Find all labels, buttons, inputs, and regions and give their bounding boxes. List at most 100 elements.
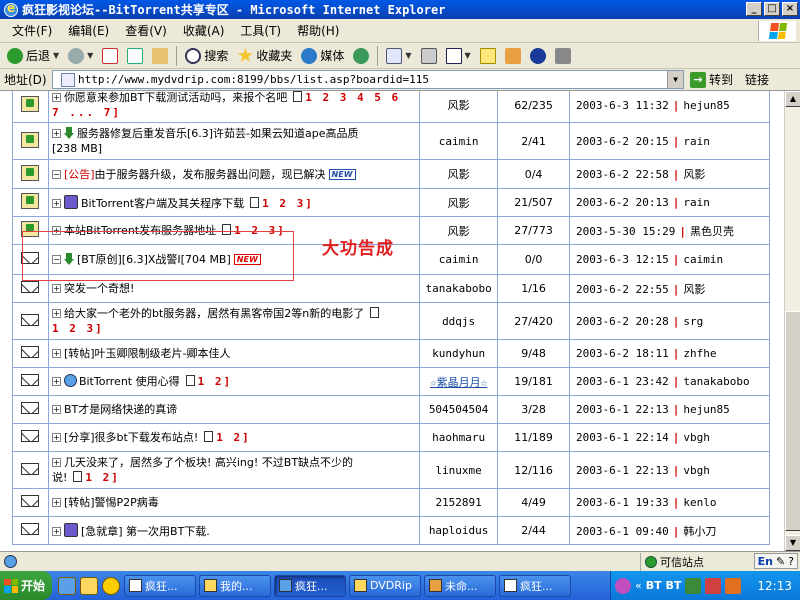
- discuss-button[interactable]: [477, 45, 499, 67]
- taskbar-button[interactable]: 疯狂...: [499, 574, 571, 597]
- last-post-user[interactable]: rain: [683, 196, 710, 209]
- page-links[interactable]: 7 ... 7: [52, 106, 112, 119]
- thread-link[interactable]: [转帖]警惕P2P病毒: [64, 496, 159, 509]
- last-post-user[interactable]: hejun85: [683, 403, 729, 416]
- last-post-user[interactable]: hejun85: [683, 99, 729, 112]
- author-link[interactable]: 风影: [419, 159, 499, 189]
- maximize-button[interactable]: □: [764, 2, 780, 16]
- thread-link[interactable]: 由于服务器升级，发布服务器出问题，现已解决: [95, 168, 326, 181]
- last-post-user[interactable]: 风影: [683, 168, 705, 181]
- favorites-button[interactable]: 收藏夹: [234, 45, 295, 67]
- author-link[interactable]: 风影: [419, 188, 499, 217]
- print-button[interactable]: [418, 45, 440, 67]
- taskbar-button[interactable]: 疯狂...: [124, 574, 196, 597]
- page-links[interactable]: 1 2 3 4 5 6: [305, 91, 400, 104]
- chevron-down-icon[interactable]: ▼: [87, 51, 93, 60]
- menu-help[interactable]: 帮助(H): [289, 22, 347, 39]
- close-button[interactable]: ×: [782, 2, 798, 16]
- taskbar-button-active[interactable]: 疯狂...: [274, 574, 346, 597]
- page-links[interactable]: 1 2: [85, 471, 111, 484]
- thread-link[interactable]: 你愿意来参加BT下载测试活动吗，来报个名吧: [64, 91, 287, 104]
- pen-icon[interactable]: ✎: [776, 555, 785, 568]
- thread-link-cont[interactable]: 说!: [52, 471, 67, 484]
- menu-view[interactable]: 查看(V): [117, 22, 175, 39]
- search-button[interactable]: 搜索: [182, 45, 231, 67]
- page-links[interactable]: 1 2 3: [52, 322, 95, 335]
- address-input[interactable]: http://www.mydvdrip.com:8199/bbs/list.as…: [52, 70, 684, 89]
- last-post-user[interactable]: tanakabobo: [683, 375, 749, 388]
- minimize-button[interactable]: _: [746, 2, 762, 16]
- thread-link[interactable]: 给大家一个老外的bt服务器，居然有黑客帝国2等n新的电影了: [64, 307, 364, 320]
- expand-icon[interactable]: +: [51, 405, 61, 414]
- author-link[interactable]: 风影: [419, 216, 499, 245]
- page-links[interactable]: 1 2: [216, 431, 242, 444]
- home-button[interactable]: [149, 45, 171, 67]
- expand-icon[interactable]: +: [51, 433, 61, 442]
- scroll-up-icon[interactable]: ▲: [785, 91, 800, 107]
- page-links[interactable]: 1 2 3: [262, 197, 305, 210]
- tool-button[interactable]: [552, 45, 574, 67]
- back-button[interactable]: 后退 ▼: [4, 45, 62, 67]
- thread-link[interactable]: BitTorrent客户端及其关程序下载: [81, 197, 244, 210]
- expand-icon[interactable]: +: [51, 377, 61, 386]
- chevron-down-icon[interactable]: ▼: [667, 71, 683, 88]
- links-button[interactable]: 链接: [745, 71, 769, 88]
- scroll-down-icon[interactable]: ▼: [785, 535, 800, 551]
- clock[interactable]: 12:13: [757, 579, 792, 593]
- qq-quicklaunch-icon[interactable]: [102, 576, 120, 595]
- last-post-user[interactable]: srg: [683, 315, 703, 328]
- thread-link[interactable]: 突发一个奇想!: [64, 282, 134, 295]
- thread-link[interactable]: 服务器修复后重发音乐[6.3]许茹芸-如果云知道ape高品质: [77, 127, 359, 140]
- folder-quicklaunch-icon[interactable]: [80, 576, 98, 595]
- expand-icon[interactable]: +: [51, 129, 61, 138]
- last-post-user[interactable]: vbgh: [683, 464, 710, 477]
- tray-app-icon[interactable]: [615, 577, 631, 594]
- thread-link[interactable]: [急就章] 第一次用BT下载.: [81, 525, 210, 538]
- go-button[interactable]: → 转到: [690, 71, 733, 88]
- menu-edit[interactable]: 编辑(E): [60, 22, 117, 39]
- thread-link[interactable]: [转帖]叶玉卿限制级老片-卿本佳人: [64, 347, 231, 360]
- expand-icon[interactable]: +: [51, 93, 61, 102]
- last-post-user[interactable]: 韩小刀: [683, 525, 716, 538]
- menu-tools[interactable]: 工具(T): [232, 22, 289, 39]
- paw-button[interactable]: [527, 45, 549, 67]
- author-link[interactable]: 风影: [419, 91, 499, 123]
- vertical-scrollbar[interactable]: ▲ ▼: [784, 91, 800, 551]
- taskbar-button[interactable]: 未命...: [424, 574, 496, 597]
- last-post-user[interactable]: 风影: [683, 283, 705, 296]
- expand-icon[interactable]: +: [51, 458, 61, 467]
- last-post-user[interactable]: vbgh: [683, 431, 710, 444]
- language-indicator[interactable]: En: [758, 555, 773, 568]
- author-link[interactable]: ddqjs: [419, 302, 499, 340]
- last-post-user[interactable]: rain: [683, 135, 710, 148]
- author-link[interactable]: ☆紫晶月月☆: [419, 367, 499, 396]
- tray-bt-label[interactable]: BT BT: [646, 579, 682, 592]
- chevron-down-icon[interactable]: ▼: [53, 51, 59, 60]
- page-links[interactable]: 1 2: [198, 375, 224, 388]
- tray-chevron-icon[interactable]: «: [635, 579, 642, 592]
- chevron-down-icon[interactable]: ▼: [465, 51, 471, 60]
- author-link[interactable]: 2152891: [419, 488, 499, 517]
- stop-button[interactable]: [99, 45, 121, 67]
- author-link[interactable]: haploidus: [419, 516, 499, 545]
- taskbar-button[interactable]: DVDRip: [349, 574, 421, 597]
- author-link[interactable]: caimin: [419, 244, 499, 275]
- forward-button[interactable]: ▼: [65, 45, 96, 67]
- chevron-down-icon[interactable]: ▼: [405, 51, 411, 60]
- menu-file[interactable]: 文件(F): [4, 22, 60, 39]
- thread-link[interactable]: [分享]很多bt下载发布站点!: [64, 431, 198, 444]
- author-link[interactable]: tanakabobo: [419, 274, 499, 303]
- expand-icon[interactable]: +: [51, 349, 61, 358]
- thread-link[interactable]: 几天没来了，居然多了个板块! 高兴ing! 不过BT缺点不少的: [64, 456, 353, 469]
- messenger-button[interactable]: [502, 45, 524, 67]
- last-post-user[interactable]: kenlo: [683, 496, 716, 509]
- expand-icon[interactable]: −: [51, 169, 61, 179]
- author-link[interactable]: 504504504: [419, 395, 499, 424]
- author-link[interactable]: kundyhun: [419, 339, 499, 368]
- author-link[interactable]: haohmaru: [419, 423, 499, 452]
- refresh-button[interactable]: [124, 45, 146, 67]
- antivirus-icon[interactable]: [705, 577, 722, 594]
- history-button[interactable]: [350, 45, 372, 67]
- thread-link-cont[interactable]: [238 MB]: [52, 142, 102, 155]
- help-icon[interactable]: ?: [788, 555, 794, 568]
